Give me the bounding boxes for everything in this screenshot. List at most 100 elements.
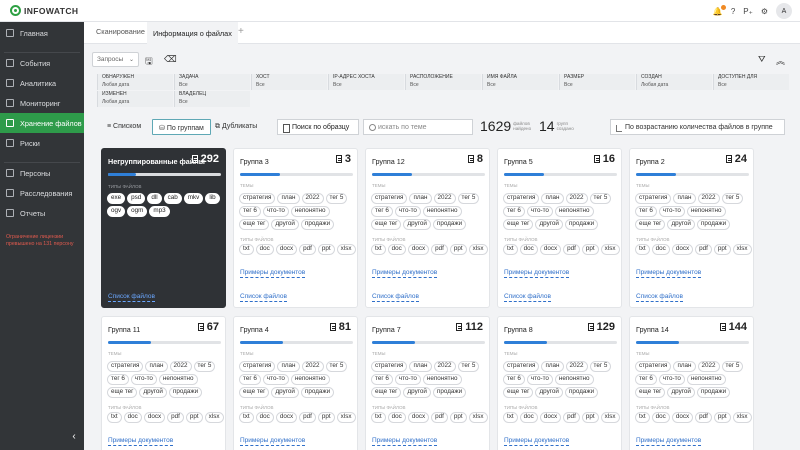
file-type-tag[interactable]: xlsx xyxy=(600,412,620,423)
file-type-tag[interactable]: pdf xyxy=(431,244,448,255)
topic-tag[interactable]: что-то xyxy=(526,205,553,217)
topic-tag[interactable]: 2022 xyxy=(301,361,324,372)
file-type-tag[interactable]: doc xyxy=(255,412,274,423)
file-type-tag[interactable]: txt xyxy=(239,412,254,423)
topic-tag[interactable]: тег 5 xyxy=(457,361,480,372)
file-type-tag[interactable]: txt xyxy=(107,412,122,423)
filter-location[interactable]: РАСПОЛОЖЕНИЕ Все xyxy=(405,74,481,90)
topic-tag[interactable]: что-то xyxy=(262,373,289,385)
group-card[interactable]: Группа 2 24 ТЕМЫ стратегия план 2022 тег 5 тег … xyxy=(629,148,754,308)
sidebar-item-events[interactable]: События xyxy=(0,53,84,73)
file-type-tag[interactable]: pdf xyxy=(563,412,580,423)
topic-tag[interactable]: стратегия xyxy=(503,361,540,372)
group-card[interactable]: Группа 4 81 ТЕМЫ стратегия план 2022 тег 5 тег … xyxy=(233,316,358,450)
topic-tag[interactable]: тег 6 xyxy=(371,373,393,385)
help-icon[interactable]: ? xyxy=(731,7,735,16)
topic-tag[interactable]: тег 5 xyxy=(589,361,612,372)
file-list-link[interactable]: Список файлов xyxy=(372,293,419,302)
topic-tag[interactable]: стратегия xyxy=(371,361,408,372)
topic-tag[interactable]: 2022 xyxy=(697,361,720,372)
topic-tag[interactable]: тег 6 xyxy=(107,373,129,385)
topic-tag[interactable]: непонятно xyxy=(686,205,726,217)
topic-tag[interactable]: тег 5 xyxy=(589,193,612,204)
file-type-tag[interactable]: txt xyxy=(503,412,518,423)
file-type-tag[interactable]: xlsx xyxy=(336,412,356,423)
topic-tag[interactable]: тег 6 xyxy=(635,373,657,385)
file-list-link[interactable]: Список файлов xyxy=(240,293,287,302)
sidebar-item-persons[interactable]: Персоны xyxy=(0,163,84,183)
topic-tag[interactable]: продажи xyxy=(696,386,731,398)
file-type-tag[interactable]: doc xyxy=(519,244,538,255)
file-type-tag[interactable]: docx xyxy=(671,412,694,423)
file-type-tag[interactable]: doc xyxy=(651,412,670,423)
topic-search-input[interactable]: искать по теме xyxy=(363,119,473,135)
examples-link[interactable]: Примеры документов xyxy=(636,269,702,278)
topic-tag[interactable]: еще тег xyxy=(239,386,270,398)
file-type-tag[interactable]: doc xyxy=(651,244,670,255)
group-card[interactable]: Группа 12 8 ТЕМЫ стратегия план 2022 тег 5 тег … xyxy=(365,148,490,308)
topic-tag[interactable]: стратегия xyxy=(635,193,672,204)
examples-link[interactable]: Примеры документов xyxy=(240,437,306,446)
file-type-tag[interactable]: doc xyxy=(387,244,406,255)
topic-tag[interactable]: непонятно xyxy=(290,205,330,217)
examples-link[interactable]: Примеры документов xyxy=(372,269,438,278)
group-card[interactable]: Группа 7 112 ТЕМЫ стратегия план 2022 тег 5 тег… xyxy=(365,316,490,450)
queries-select[interactable]: Запросы ⌄ xyxy=(92,52,139,67)
file-type-tag[interactable]: psd xyxy=(127,193,146,204)
topic-tag[interactable]: продажи xyxy=(432,218,467,230)
filter-created[interactable]: СОЗДАН Любая дата xyxy=(636,74,712,90)
file-type-tag[interactable]: ogv xyxy=(107,205,126,217)
topic-tag[interactable]: тег 6 xyxy=(635,205,657,217)
add-tab-icon[interactable]: + xyxy=(238,26,244,37)
topic-tag[interactable]: стратегия xyxy=(371,193,408,204)
file-type-tag[interactable]: ppt xyxy=(449,412,467,423)
filter-icon[interactable]: ⛛ xyxy=(758,54,766,65)
topic-tag[interactable]: тег 5 xyxy=(325,361,348,372)
topic-tag[interactable]: план xyxy=(541,193,564,204)
topic-tag[interactable]: план xyxy=(145,361,168,372)
eraser-icon[interactable]: ⌫ xyxy=(164,54,177,65)
file-type-tag[interactable]: xlsx xyxy=(600,244,620,255)
topic-tag[interactable]: стратегия xyxy=(239,193,276,204)
sidebar-item-investigations[interactable]: Расследования xyxy=(0,183,84,203)
topic-tag[interactable]: тег 6 xyxy=(371,205,393,217)
file-type-tag[interactable]: ppt xyxy=(713,412,731,423)
topic-tag[interactable]: другой xyxy=(403,218,431,230)
topic-tag[interactable]: стратегия xyxy=(635,361,672,372)
topic-tag[interactable]: что-то xyxy=(394,205,421,217)
file-type-tag[interactable]: pdf xyxy=(695,412,712,423)
filter-host-ip[interactable]: IP-АДРЕС ХОСТА Все xyxy=(328,74,404,90)
topic-tag[interactable]: 2022 xyxy=(565,361,588,372)
collapse-sidebar-icon[interactable]: ‹ xyxy=(68,430,80,442)
file-type-tag[interactable]: docx xyxy=(407,412,430,423)
file-type-tag[interactable]: pdf xyxy=(299,412,316,423)
group-card[interactable]: Группа 5 16 ТЕМЫ стратегия план 2022 тег 5 тег … xyxy=(497,148,622,308)
topic-tag[interactable]: план xyxy=(409,193,432,204)
topic-tag[interactable]: тег 5 xyxy=(457,193,480,204)
topic-tag[interactable]: другой xyxy=(139,386,167,398)
sidebar-item-analytics[interactable]: Аналитика xyxy=(0,73,84,93)
file-type-tag[interactable]: ppt xyxy=(449,244,467,255)
file-type-tag[interactable]: docx xyxy=(671,244,694,255)
file-type-tag[interactable]: docx xyxy=(275,244,298,255)
filter-task[interactable]: ЗАДАЧА Все xyxy=(174,74,250,90)
topic-tag[interactable]: что-то xyxy=(262,205,289,217)
file-type-tag[interactable]: ppt xyxy=(317,244,335,255)
notifications-icon[interactable]: 🔔 xyxy=(713,4,726,16)
file-type-tag[interactable]: docx xyxy=(275,412,298,423)
mode-groups-button[interactable]: ⛁ По группам xyxy=(152,119,211,135)
file-type-tag[interactable]: cab xyxy=(163,193,182,204)
topic-tag[interactable]: другой xyxy=(667,386,695,398)
mode-duplicates-button[interactable]: ⧉ Дубликаты xyxy=(209,119,263,135)
file-type-tag[interactable]: xlsx xyxy=(336,244,356,255)
file-type-tag[interactable]: xlsx xyxy=(204,412,224,423)
examples-link[interactable]: Примеры документов xyxy=(504,269,570,278)
examples-link[interactable]: Примеры документов xyxy=(504,437,570,446)
topic-tag[interactable]: еще тег xyxy=(107,386,138,398)
sidebar-item-home[interactable]: Главная xyxy=(0,23,84,43)
file-type-tag[interactable]: docx xyxy=(539,244,562,255)
file-type-tag[interactable]: txt xyxy=(635,244,650,255)
collapse-filters-icon[interactable]: ︽ xyxy=(776,54,785,67)
file-type-tag[interactable]: pdf xyxy=(563,244,580,255)
file-type-tag[interactable]: ppt xyxy=(581,412,599,423)
